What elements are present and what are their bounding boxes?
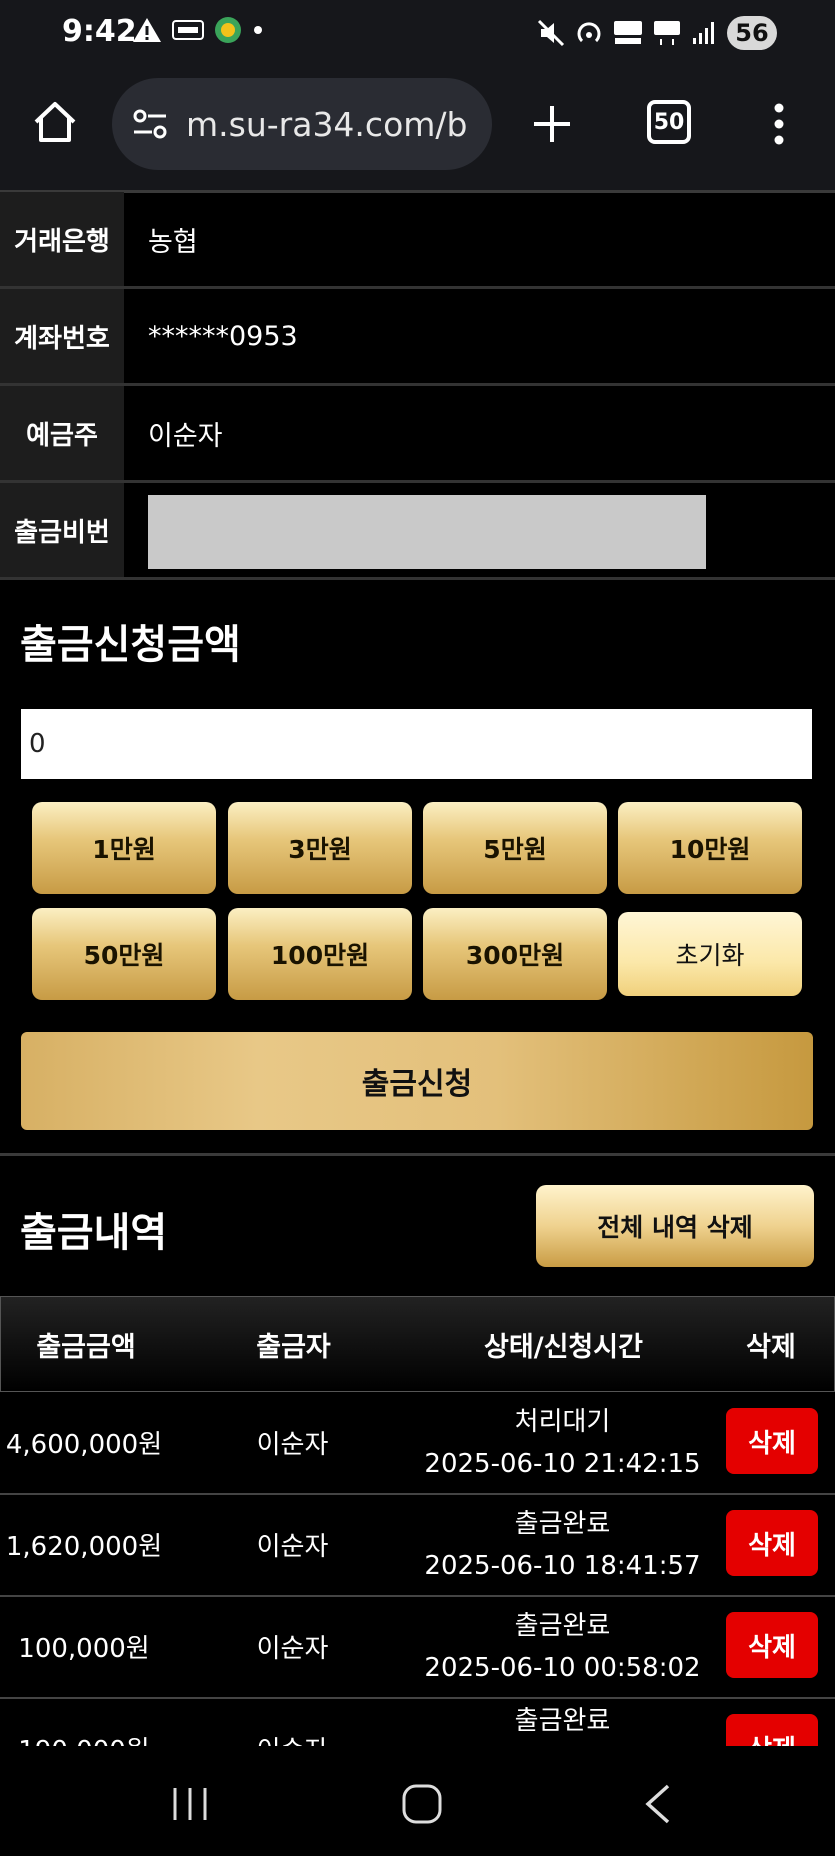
amount-input[interactable]: 0 bbox=[21, 709, 812, 779]
account-number-label: 계좌번호 bbox=[0, 289, 124, 383]
status-right-icons: 56 bbox=[537, 16, 777, 50]
signal-icon bbox=[693, 22, 714, 44]
row-amount: 1,620,000원 bbox=[5, 1532, 163, 1562]
withdraw-submit-button[interactable]: 출금신청 bbox=[21, 1032, 813, 1130]
dot-icon bbox=[254, 26, 262, 34]
section-divider bbox=[0, 1153, 835, 1156]
row-amount: 190,000원 bbox=[0, 1698, 168, 1746]
quick-amount-100[interactable]: 100만원 bbox=[228, 908, 412, 1000]
status-time: 9:42 bbox=[62, 14, 137, 49]
row-name: 이순자 bbox=[256, 1532, 329, 1562]
notification-icons bbox=[132, 16, 264, 44]
quick-amount-300[interactable]: 300만원 bbox=[423, 908, 607, 1000]
recent-apps-icon[interactable] bbox=[170, 1784, 210, 1824]
5g-icon bbox=[654, 21, 680, 45]
reset-button[interactable]: 초기화 bbox=[618, 912, 802, 996]
quick-amount-10[interactable]: 10만원 bbox=[618, 802, 802, 894]
back-icon[interactable] bbox=[640, 1782, 674, 1826]
col-status-time: 상태/신청시간 bbox=[484, 1331, 643, 1363]
game-app-icon bbox=[172, 20, 204, 40]
row-status-text: 출금완료 bbox=[514, 1706, 611, 1736]
table-row: 100,000원 이순자 출금완료 2025-06-10 00:58:02 삭제 bbox=[0, 1596, 835, 1699]
hd-voice-icon bbox=[614, 21, 642, 44]
row-status: 출금완료 2025-06-10 00:58:02 bbox=[420, 1596, 705, 1697]
delete-all-button[interactable]: 전체 내역 삭제 bbox=[536, 1185, 814, 1267]
password-row: 출금비번 bbox=[0, 483, 835, 580]
home-icon[interactable] bbox=[32, 100, 78, 144]
row-name: 이순자 bbox=[256, 1430, 329, 1460]
hotspot-icon bbox=[577, 22, 601, 43]
status-bar: 9:42 56 bbox=[0, 0, 835, 72]
row-time: 2025-06-10 21:42:15 bbox=[424, 1448, 701, 1479]
bank-row: 거래은행 농협 bbox=[0, 192, 835, 289]
chat-app-icon bbox=[215, 17, 241, 43]
row-time: 2025-06-10 18:41:57 bbox=[424, 1550, 701, 1581]
quick-amount-1[interactable]: 1만원 bbox=[32, 802, 216, 894]
row-status: 출금완료 bbox=[420, 1698, 705, 1746]
history-title: 출금내역 bbox=[20, 1210, 168, 1256]
quick-amount-3[interactable]: 3만원 bbox=[228, 802, 412, 894]
table-row: 4,600,000원 이순자 처리대기 2025-06-10 21:42:15 … bbox=[0, 1392, 835, 1495]
col-amount: 출금금액 bbox=[36, 1331, 136, 1363]
browser-toolbar: m.su-ra34.com/b 50 bbox=[0, 72, 835, 193]
row-name: 이순자 bbox=[256, 1634, 329, 1664]
home-nav-icon[interactable] bbox=[400, 1782, 444, 1826]
battery-indicator: 56 bbox=[727, 16, 777, 50]
system-nav-bar bbox=[0, 1746, 835, 1856]
row-amount: 4,600,000원 bbox=[5, 1430, 163, 1460]
row-delete-button[interactable]: 삭제 bbox=[726, 1408, 818, 1474]
col-delete: 삭제 bbox=[746, 1331, 796, 1363]
row-status-text: 출금완료 bbox=[514, 1508, 611, 1539]
holder-value: 이순자 bbox=[148, 420, 223, 452]
address-bar[interactable]: m.su-ra34.com/b bbox=[112, 78, 492, 170]
tab-switcher-button[interactable]: 50 bbox=[647, 100, 691, 144]
account-number-value: ******0953 bbox=[148, 320, 298, 352]
password-label: 출금비번 bbox=[0, 483, 124, 577]
bank-value: 농협 bbox=[148, 226, 198, 258]
row-name: 이순자 bbox=[200, 1698, 385, 1746]
url-text: m.su-ra34.com/b bbox=[186, 104, 468, 144]
new-tab-icon[interactable] bbox=[530, 102, 574, 146]
more-menu-icon[interactable] bbox=[770, 102, 788, 146]
quick-amount-50[interactable]: 50만원 bbox=[32, 908, 216, 1000]
mute-icon bbox=[537, 19, 565, 47]
holder-row: 예금주 이순자 bbox=[0, 386, 835, 483]
withdraw-password-input[interactable] bbox=[148, 495, 706, 569]
row-status-text: 출금완료 bbox=[514, 1610, 611, 1641]
row-status: 처리대기 2025-06-10 21:42:15 bbox=[420, 1392, 705, 1493]
col-name: 출금자 bbox=[256, 1331, 331, 1363]
table-row: 1,620,000원 이순자 출금완료 2025-06-10 18:41:57 … bbox=[0, 1494, 835, 1597]
history-table-body: 4,600,000원 이순자 처리대기 2025-06-10 21:42:15 … bbox=[0, 1392, 835, 1746]
holder-label: 예금주 bbox=[0, 386, 124, 480]
withdraw-amount-title: 출금신청금액 bbox=[20, 622, 241, 668]
row-delete-button[interactable]: 삭제 bbox=[726, 1612, 818, 1678]
row-amount: 100,000원 bbox=[18, 1634, 150, 1664]
table-row: 190,000원 이순자 출금완료 삭제 bbox=[0, 1698, 835, 1746]
row-delete-button[interactable]: 삭제 bbox=[726, 1510, 818, 1576]
bank-label: 거래은행 bbox=[0, 192, 124, 286]
site-settings-icon[interactable] bbox=[132, 108, 168, 140]
row-time: 2025-06-10 00:58:02 bbox=[424, 1652, 701, 1683]
account-number-row: 계좌번호 ******0953 bbox=[0, 289, 835, 386]
warning-icon bbox=[133, 18, 161, 42]
quick-amount-5[interactable]: 5만원 bbox=[423, 802, 607, 894]
history-table-header: 출금금액 출금자 상태/신청시간 삭제 bbox=[0, 1296, 835, 1392]
row-delete-button[interactable]: 삭제 bbox=[726, 1714, 818, 1746]
row-status: 출금완료 2025-06-10 18:41:57 bbox=[420, 1494, 705, 1595]
row-status-text: 처리대기 bbox=[514, 1406, 611, 1437]
